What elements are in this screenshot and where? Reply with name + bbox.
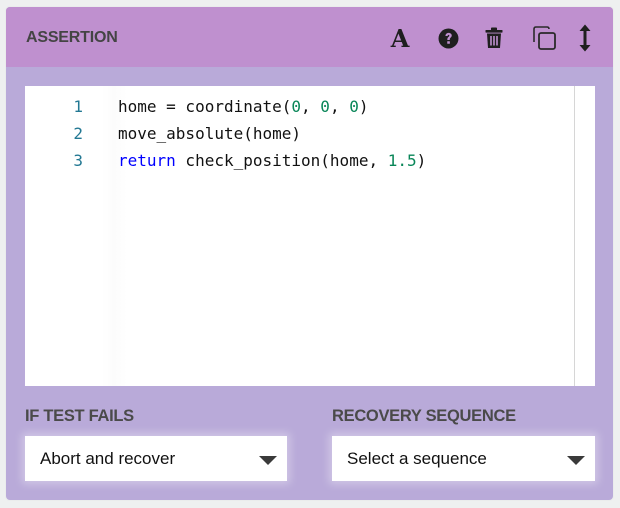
code-token: check_position(home, — [175, 151, 388, 170]
assertion-panel: ASSERTION A 1 home = coordinate(0, 0, 0)… — [6, 7, 613, 500]
code-number: 0 — [291, 97, 302, 116]
code-token: move_absolute(home) — [118, 124, 302, 143]
code-token: , — [301, 97, 321, 116]
code-editor[interactable]: 1 home = coordinate(0, 0, 0) 2 move_absolut… — [25, 86, 595, 386]
line-number: 3 — [73, 151, 83, 170]
code-number: 1.5 — [387, 151, 417, 170]
panel-title: ASSERTION — [26, 29, 118, 46]
line-number: 1 — [73, 97, 83, 116]
copy-icon[interactable] — [530, 23, 558, 53]
chevron-down-icon — [567, 456, 585, 465]
code-token: home = coordinate( — [118, 97, 292, 116]
if-test-fails-value: Abort and recover — [40, 449, 176, 468]
resize-vertical-icon[interactable] — [576, 23, 594, 53]
code-line[interactable]: 3 return check_position(home, 1.5) — [25, 147, 565, 174]
recovery-sequence-select[interactable]: Select a sequence — [332, 436, 595, 481]
code-token: ) — [358, 97, 369, 116]
code-keyword: return — [118, 151, 176, 170]
help-icon[interactable] — [435, 23, 461, 53]
code-text: move_absolute(home) — [118, 120, 301, 147]
recovery-sequence-label: RECOVERY SEQUENCE — [332, 407, 516, 425]
if-test-fails-select[interactable]: Abort and recover — [25, 436, 287, 481]
code-number: 0 — [349, 97, 359, 116]
code-number: 0 — [320, 97, 330, 116]
panel-header: ASSERTION A — [6, 7, 613, 67]
code-text: home = coordinate(0, 0, 0) — [118, 93, 368, 120]
code-line[interactable]: 2 move_absolute(home) — [25, 120, 565, 147]
recovery-sequence-value: Select a sequence — [347, 449, 487, 468]
code-text: return check_position(home, 1.5) — [118, 147, 426, 174]
line-number: 2 — [73, 124, 83, 143]
if-test-fails-label: IF TEST FAILS — [25, 407, 134, 425]
code-token: , — [329, 97, 350, 116]
svg-text:A: A — [390, 25, 410, 51]
font-icon[interactable]: A — [386, 23, 414, 53]
editor-ruler — [574, 86, 575, 386]
code-line[interactable]: 1 home = coordinate(0, 0, 0) — [25, 93, 565, 120]
chevron-down-icon — [259, 456, 277, 465]
trash-icon[interactable] — [482, 23, 506, 53]
code-token: ) — [416, 151, 427, 170]
